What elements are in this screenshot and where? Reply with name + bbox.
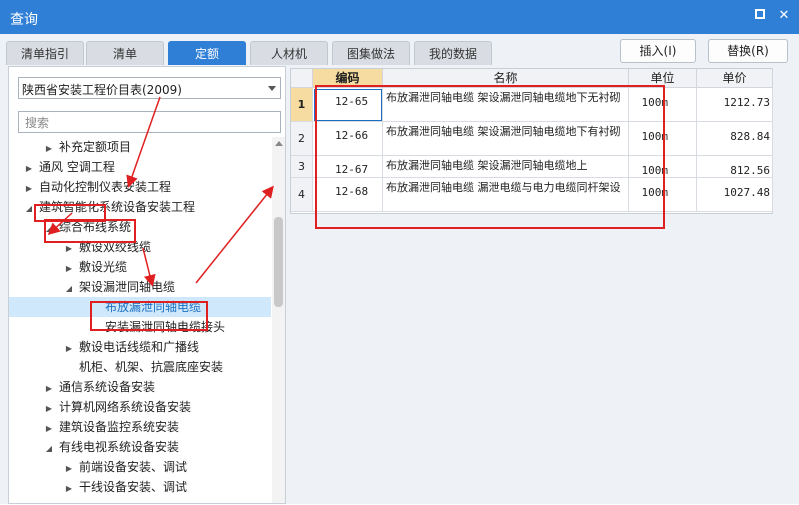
quota-tree: ▶ 补充定额项目 ▶ 通风 空调工程 ▶ 自动化控制仪表安装工程 ◢ 建筑智能化系统设备安装工… — [9, 137, 271, 505]
unit-cell[interactable]: 100m — [629, 156, 697, 178]
collapse-arrow-icon[interactable]: ◢ — [23, 199, 35, 219]
tree-node[interactable]: 布放漏泄同轴电缆 — [9, 297, 271, 317]
replace-button[interactable]: 替换(R) — [708, 39, 788, 63]
tree-node-label: 补充定额项目 — [59, 140, 132, 154]
window-title: 查询 — [10, 12, 38, 28]
tree-node[interactable]: ◢ 有线电视系统设备安装 — [9, 437, 271, 457]
tree-scrollbar[interactable] — [272, 137, 285, 503]
tree-node[interactable]: ▶ 补充定额项目 — [9, 137, 271, 157]
tree-node-label: 计算机网络系统设备安装 — [59, 400, 192, 414]
expand-arrow-icon[interactable]: ▶ — [23, 159, 35, 179]
name-cell[interactable]: 布放漏泄同轴电缆 架设漏泄同轴电缆地下有衬砌 — [383, 122, 629, 156]
tree-node[interactable]: 安装漏泄同轴电缆接头 — [9, 317, 271, 337]
tree-node[interactable]: ▶ 前端设备安装、调试 — [9, 457, 271, 477]
quota-result-grid: 编码 名称 单位 单价 1 12-65 布放漏泄同轴电缆 架设漏泄同轴电缆地下无衬砌… — [290, 68, 773, 214]
scroll-up-icon[interactable] — [275, 141, 283, 146]
tab-list[interactable]: 清单 — [86, 41, 164, 65]
search-box[interactable] — [18, 111, 281, 133]
scroll-thumb[interactable] — [274, 217, 283, 307]
price-cell[interactable]: 1027.48 — [697, 178, 773, 212]
row-number-cell[interactable]: 1 — [291, 88, 313, 122]
expand-arrow-icon[interactable]: ▶ — [63, 459, 75, 479]
expand-arrow-icon[interactable]: ▶ — [43, 379, 55, 399]
tree-node[interactable]: ▶ 自动化控制仪表安装工程 — [9, 177, 271, 197]
tree-node-label: 敷设电话线缆和广播线 — [79, 340, 200, 354]
unit-column-header[interactable]: 单位 — [629, 69, 697, 88]
tree-node-label: 安装漏泄同轴电缆接头 — [105, 320, 226, 334]
unit-cell[interactable]: 100m — [629, 122, 697, 156]
tree-node[interactable]: ◢ 架设漏泄同轴电缆 — [9, 277, 271, 297]
price-cell[interactable]: 828.84 — [697, 122, 773, 156]
row-number-cell[interactable]: 2 — [291, 122, 313, 156]
tab-my-data[interactable]: 我的数据 — [414, 41, 492, 65]
code-cell[interactable]: 12-66 — [313, 122, 383, 156]
tree-node-label: 敷设双绞线缆 — [79, 240, 152, 254]
tree-node-label: 布放漏泄同轴电缆 — [105, 300, 202, 314]
tab-atlas-method[interactable]: 图集做法 — [332, 41, 410, 65]
tab-labor-material-machine[interactable]: 人材机 — [250, 41, 328, 65]
tree-node[interactable]: ▶ 通信系统设备安装 — [9, 377, 271, 397]
price-column-header[interactable]: 单价 — [697, 69, 773, 88]
expand-arrow-icon[interactable]: ▶ — [63, 479, 75, 499]
unit-cell[interactable]: 100m — [629, 88, 697, 122]
tree-node-label: 机柜、机架、抗震底座安装 — [79, 360, 224, 374]
tree-node-label: 前端设备安装、调试 — [79, 460, 188, 474]
expand-arrow-icon[interactable]: ▶ — [23, 179, 35, 199]
unit-cell[interactable]: 100m — [629, 178, 697, 212]
code-cell[interactable]: 12-68 — [313, 178, 383, 212]
tree-node[interactable]: ▶ 干线设备安装、调试 — [9, 477, 271, 497]
row-number-cell[interactable]: 3 — [291, 156, 313, 178]
tree-node-label: 自动化控制仪表安装工程 — [39, 180, 172, 194]
tree-node-label: 通信系统设备安装 — [59, 380, 156, 394]
search-input[interactable] — [23, 113, 277, 133]
row-number-cell[interactable]: 4 — [291, 178, 313, 212]
tab-quota[interactable]: 定额 — [168, 41, 246, 65]
tree-node-label: 干线设备安装、调试 — [79, 480, 188, 494]
collapse-arrow-icon[interactable]: ◢ — [43, 439, 55, 459]
name-column-header[interactable]: 名称 — [383, 69, 629, 88]
insert-button[interactable]: 插入(I) — [620, 39, 696, 63]
tree-node-label: 建筑智能化系统设备安装工程 — [39, 200, 196, 214]
collapse-arrow-icon[interactable]: ◢ — [63, 279, 75, 299]
minimize-icon[interactable] — [752, 8, 768, 24]
collapse-arrow-icon[interactable]: ◢ — [43, 219, 55, 239]
expand-arrow-icon[interactable]: ▶ — [43, 399, 55, 419]
tree-node[interactable]: 机柜、机架、抗震底座安装 — [9, 357, 271, 377]
tree-node-label: 敷设光缆 — [79, 260, 128, 274]
code-cell[interactable]: 12-67 — [313, 156, 383, 178]
tree-node[interactable]: ▶ 计算机网络系统设备安装 — [9, 397, 271, 417]
tree-node[interactable]: ▶ 敷设电话线缆和广播线 — [9, 337, 271, 357]
library-select-value: 陕西省安装工程价目表(2009) — [22, 83, 182, 97]
tree-node[interactable]: ◢ 建筑智能化系统设备安装工程 — [9, 197, 271, 217]
expand-arrow-icon[interactable]: ▶ — [43, 139, 55, 159]
row-number-header — [291, 69, 313, 88]
expand-arrow-icon[interactable]: ▶ — [63, 239, 75, 259]
name-cell[interactable]: 布放漏泄同轴电缆 漏泄电缆与电力电缆同杆架设 — [383, 178, 629, 212]
tree-node[interactable]: ▶ 建筑设备监控系统安装 — [9, 417, 271, 437]
name-cell[interactable]: 布放漏泄同轴电缆 架设漏泄同轴电缆地上 — [383, 156, 629, 178]
tree-node[interactable]: ▶ 敷设双绞线缆 — [9, 237, 271, 257]
chevron-down-icon — [268, 86, 276, 91]
code-cell[interactable]: 12-65 — [313, 88, 383, 122]
expand-arrow-icon[interactable]: ▶ — [43, 419, 55, 439]
tree-node[interactable]: ▶ 通风 空调工程 — [9, 157, 271, 177]
price-cell[interactable]: 1212.73 — [697, 88, 773, 122]
library-select[interactable]: 陕西省安装工程价目表(2009) — [18, 77, 281, 99]
title-bar: 查询 ✕ — [0, 0, 799, 34]
close-icon[interactable]: ✕ — [776, 8, 792, 24]
tab-list-guide[interactable]: 清单指引 — [6, 41, 84, 65]
tree-node[interactable]: ◢ 综合布线系统 — [9, 217, 271, 237]
code-column-header[interactable]: 编码 — [313, 69, 383, 88]
tree-node-label: 综合布线系统 — [59, 220, 132, 234]
quota-tree-panel: 陕西省安装工程价目表(2009) ▶补充定额项目▶通风 空调工程▶自动化控制仪表… — [8, 66, 286, 504]
tree-node-label: 建筑设备监控系统安装 — [59, 420, 180, 434]
tree-node-label: 通风 空调工程 — [39, 160, 115, 174]
tree-node-label: 架设漏泄同轴电缆 — [79, 280, 176, 294]
tree-node-label: 有线电视系统设备安装 — [59, 440, 180, 454]
tree-node[interactable]: ▶ 敷设光缆 — [9, 257, 271, 277]
expand-arrow-icon[interactable]: ▶ — [63, 259, 75, 279]
name-cell[interactable]: 布放漏泄同轴电缆 架设漏泄同轴电缆地下无衬砌 — [383, 88, 629, 122]
price-cell[interactable]: 812.56 — [697, 156, 773, 178]
expand-arrow-icon[interactable]: ▶ — [63, 339, 75, 359]
